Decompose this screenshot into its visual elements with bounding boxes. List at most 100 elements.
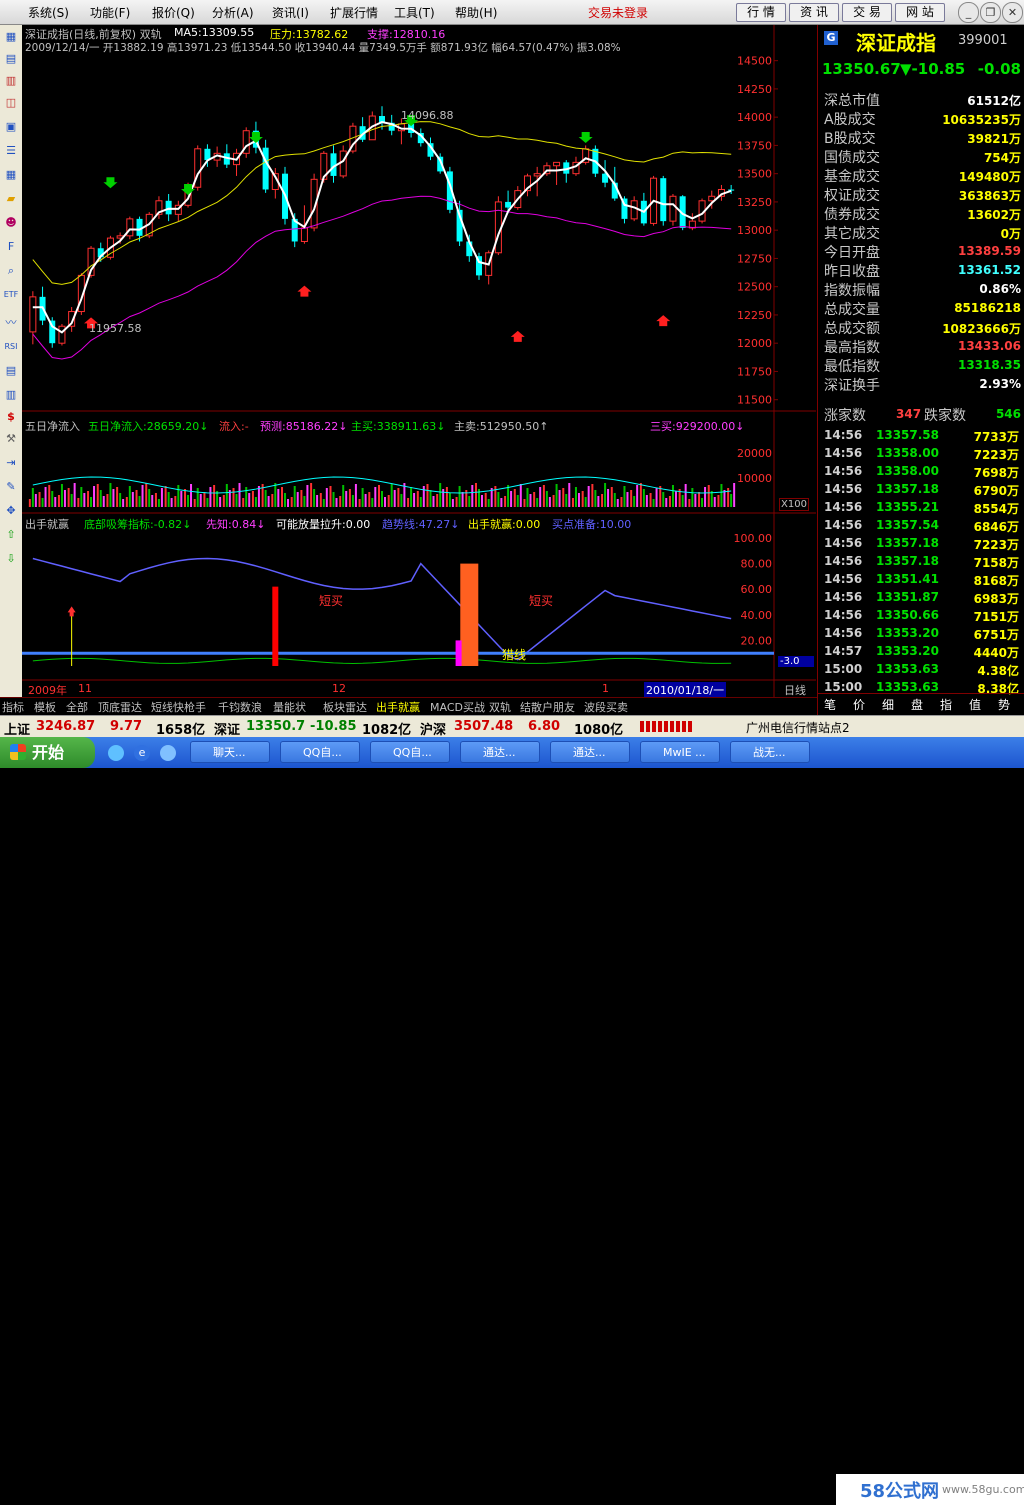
taskbar-window-button[interactable]: 战无... xyxy=(730,741,810,763)
sz-label: 深证 xyxy=(214,723,241,738)
start-button[interactable]: 开始 xyxy=(0,737,95,768)
panel-tab[interactable]: 盘 xyxy=(911,696,923,713)
restore-icon[interactable]: ❐ xyxy=(980,2,1001,23)
menu-function[interactable]: 功能(F) xyxy=(90,4,130,21)
taskbar-window-button[interactable]: MwIE ... xyxy=(640,741,720,763)
flow-buy-value: 338911.63 xyxy=(376,420,437,433)
quick-launch-icon[interactable] xyxy=(108,745,124,761)
window-icon[interactable]: ▣ xyxy=(3,119,19,135)
f10-icon[interactable]: F xyxy=(3,239,19,255)
indicator-tab[interactable]: 短线快枪手 xyxy=(151,699,206,715)
rsi-icon[interactable]: RSI xyxy=(3,339,19,355)
trade-login-notice[interactable]: 交易未登录 xyxy=(588,4,648,21)
hs-label: 沪深 xyxy=(420,723,447,738)
indicator-tab[interactable]: 出手就赢 xyxy=(376,699,420,715)
menu-info[interactable]: 资讯(I) xyxy=(272,4,309,21)
kline-icon[interactable]: ▥ xyxy=(3,73,19,89)
taskbar-window-button[interactable]: QQ自... xyxy=(370,741,450,763)
trade-button[interactable]: 交 易 xyxy=(842,3,892,22)
close-icon[interactable]: ✕ xyxy=(1002,2,1023,23)
bottom-line xyxy=(32,657,732,664)
flow-bar xyxy=(636,485,639,507)
indicator-tab[interactable]: 全部 xyxy=(66,699,88,715)
ind-bottom-name: 底部吸筹指标 xyxy=(84,518,150,531)
flow-bar xyxy=(591,484,594,507)
grid-icon[interactable]: ▤ xyxy=(3,51,19,67)
panel-tab[interactable]: 值 xyxy=(969,696,981,713)
indicator-tab[interactable]: 板块雷达 xyxy=(323,699,367,715)
indicator-tab[interactable]: 量能状 xyxy=(273,699,306,715)
indicator-tab[interactable]: 顶底雷达 xyxy=(98,699,142,715)
trend-icon[interactable]: 〰 xyxy=(3,315,19,331)
flow-bar xyxy=(645,495,648,507)
table-icon[interactable]: ▦ xyxy=(3,167,19,183)
indicator-tab[interactable]: MACD买战 xyxy=(430,699,485,715)
menu-quote[interactable]: 报价(Q) xyxy=(152,4,195,21)
flow-bar xyxy=(364,494,367,507)
indicator-tab[interactable]: 千钧数浪 xyxy=(218,699,262,715)
news-button[interactable]: 资 讯 xyxy=(789,3,839,22)
menu-ext-quote[interactable]: 扩展行情 xyxy=(330,4,378,21)
period-label[interactable]: 日线 xyxy=(784,682,806,698)
flow-bar xyxy=(170,498,173,507)
pencil-icon[interactable]: ✎ xyxy=(3,479,19,495)
sz-value: 13350.7 xyxy=(246,719,306,734)
arrow-down-icon[interactable]: ⇩ xyxy=(3,551,19,567)
indicator-tab[interactable]: 模板 xyxy=(34,699,56,715)
dollar-icon[interactable]: $ xyxy=(3,409,19,425)
website-button[interactable]: 网 站 xyxy=(895,3,945,22)
chart-area[interactable]: 深证成指(日线,前复权) 双轨 MA5:13309.55 压力:13782.62… xyxy=(22,25,816,698)
search-icon[interactable]: ⌕ xyxy=(3,263,19,279)
etf-icon[interactable]: ETF xyxy=(3,287,19,303)
folder-icon[interactable]: ▰ xyxy=(3,191,19,207)
candle-icon[interactable]: ◫ xyxy=(3,95,19,111)
panel-tab[interactable]: 势 xyxy=(998,696,1010,713)
tick-volume: 7151万 xyxy=(973,610,1019,624)
tick-time: 14:56 xyxy=(824,554,863,568)
users-icon[interactable]: ☻ xyxy=(3,215,19,231)
quote-button[interactable]: 行 情 xyxy=(736,3,786,22)
panel-tab[interactable]: 价 xyxy=(853,696,865,713)
taskbar-window-button[interactable]: 聊天... xyxy=(190,741,270,763)
taskbar-window-button[interactable]: 通达... xyxy=(460,741,540,763)
calc-icon[interactable]: ▤ xyxy=(3,363,19,379)
wrench-icon[interactable]: ⚒ xyxy=(3,431,19,447)
flow-in-name: 流入 xyxy=(219,420,241,433)
quote-list-icon[interactable]: ▦ xyxy=(3,29,19,45)
station-label[interactable]: 广州电信行情站点2 xyxy=(746,719,850,736)
flow-bar xyxy=(54,497,57,507)
tick-time: 14:56 xyxy=(824,590,863,604)
stat-label: 国债成交 xyxy=(824,150,880,166)
menu-system[interactable]: 系统(S) xyxy=(28,4,69,21)
start-label: 开始 xyxy=(32,743,65,762)
indicator-tab[interactable]: 指标 xyxy=(2,699,24,715)
short-buy-bar xyxy=(272,586,279,666)
flow-bar xyxy=(348,489,351,507)
move-icon[interactable]: ✥ xyxy=(3,503,19,519)
menu-help[interactable]: 帮助(H) xyxy=(455,4,497,21)
chart-icon[interactable]: ▥ xyxy=(3,387,19,403)
menu-analysis[interactable]: 分析(A) xyxy=(212,4,254,21)
candle-body xyxy=(505,201,512,208)
ie-icon[interactable]: e xyxy=(134,745,150,761)
taskbar-window-button[interactable]: QQ自... xyxy=(280,741,360,763)
flow-bar xyxy=(209,487,212,507)
menu-tools[interactable]: 工具(T) xyxy=(394,4,435,21)
desktop-icon[interactable] xyxy=(160,745,176,761)
minimize-icon[interactable]: _ xyxy=(958,2,979,23)
indicator-tab[interactable]: 波段买卖 xyxy=(584,699,628,715)
tick-time: 15:00 xyxy=(824,662,863,676)
y-tick-label: 13250 xyxy=(737,196,772,209)
flow-bar xyxy=(122,499,125,507)
export-icon[interactable]: ⇥ xyxy=(3,455,19,471)
panel-tab[interactable]: 细 xyxy=(882,696,894,713)
flow-bar xyxy=(607,489,610,507)
taskbar-window-button[interactable]: 通达... xyxy=(550,741,630,763)
indicator-tab[interactable]: 结散户朋友 xyxy=(520,699,575,715)
arrow-up-icon[interactable]: ⇧ xyxy=(3,527,19,543)
indicator-tab[interactable]: 双轨 xyxy=(489,699,511,715)
panel-tab[interactable]: 指 xyxy=(940,696,952,713)
flow-bar xyxy=(277,489,280,507)
list-icon[interactable]: ☰ xyxy=(3,143,19,159)
panel-tab[interactable]: 笔 xyxy=(824,696,836,713)
